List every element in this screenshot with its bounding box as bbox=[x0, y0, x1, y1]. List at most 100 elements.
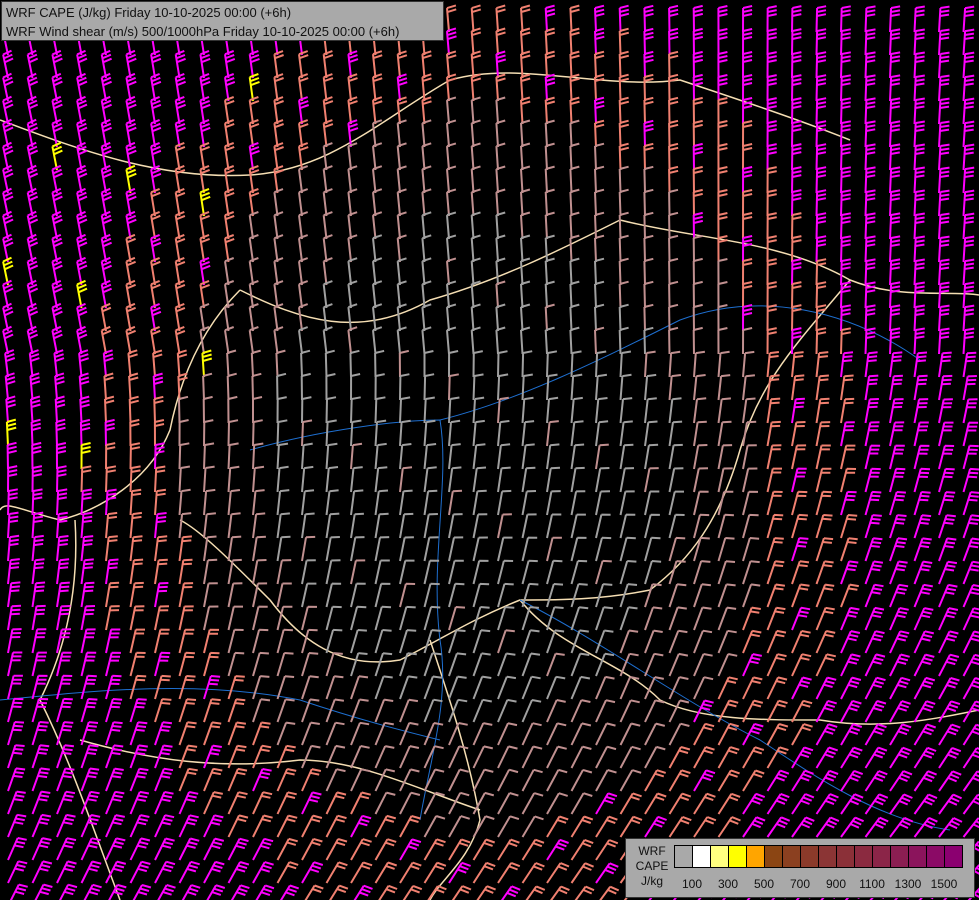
wind-barb bbox=[693, 513, 710, 539]
wind-barb bbox=[643, 280, 654, 309]
wind-barb bbox=[742, 51, 753, 79]
wind-barb bbox=[448, 768, 469, 792]
wind-barb bbox=[154, 698, 172, 723]
wind-barb bbox=[962, 793, 979, 815]
wind-barb bbox=[497, 466, 511, 493]
wind-barb bbox=[154, 837, 175, 861]
wind-barb bbox=[7, 767, 26, 792]
wind-barb bbox=[889, 189, 901, 217]
wind-barb bbox=[668, 583, 687, 608]
wind-barb bbox=[521, 792, 544, 815]
legend-swatch bbox=[783, 846, 801, 867]
wind-barb bbox=[962, 537, 979, 562]
legend-swatch bbox=[819, 846, 837, 867]
wind-barb bbox=[252, 396, 263, 423]
wind-barb bbox=[31, 558, 45, 585]
wind-barb bbox=[913, 351, 928, 378]
wind-barb bbox=[7, 651, 23, 677]
wind-barb bbox=[864, 537, 883, 562]
wind-barb bbox=[544, 326, 555, 355]
wind-barb bbox=[644, 815, 667, 838]
wind-barb bbox=[692, 142, 704, 171]
wind-barb bbox=[521, 582, 539, 608]
wind-barb bbox=[962, 677, 979, 700]
wind-barb bbox=[129, 628, 145, 654]
wind-barb bbox=[58, 883, 78, 900]
wind-barb bbox=[815, 235, 827, 263]
wind-barb bbox=[325, 861, 348, 884]
wind-barb bbox=[497, 606, 515, 631]
wind-barb bbox=[962, 327, 975, 355]
wind-barb bbox=[521, 699, 542, 723]
wind-barb bbox=[301, 652, 319, 677]
wind-barb bbox=[766, 351, 780, 378]
wind-barb bbox=[864, 120, 876, 148]
wind-barb bbox=[350, 466, 363, 493]
wind-barb bbox=[350, 512, 364, 539]
wind-barb bbox=[791, 258, 802, 286]
wind-barb bbox=[521, 675, 541, 700]
wind-barb bbox=[129, 674, 147, 700]
wind-barb bbox=[840, 304, 851, 332]
wind-shear-map bbox=[0, 3, 979, 900]
wind-barb bbox=[913, 74, 925, 102]
wind-barb bbox=[546, 722, 567, 746]
wind-barb bbox=[178, 698, 197, 723]
wind-barb bbox=[595, 815, 618, 838]
wind-barb bbox=[495, 326, 506, 355]
wind-barb bbox=[301, 512, 315, 539]
wind-barb bbox=[913, 770, 937, 792]
wind-barb bbox=[325, 419, 337, 447]
wind-barb bbox=[154, 628, 170, 654]
wind-barb bbox=[80, 860, 102, 884]
wind-barb bbox=[692, 4, 704, 33]
wind-barb bbox=[815, 51, 827, 79]
wind-barb bbox=[31, 581, 46, 608]
wind-barb bbox=[791, 630, 811, 654]
wind-barb bbox=[174, 325, 186, 355]
wind-barb bbox=[815, 514, 833, 539]
wind-barb bbox=[815, 676, 837, 700]
wind-barb bbox=[255, 884, 275, 900]
wind-barb bbox=[913, 281, 925, 309]
wind-barb bbox=[374, 466, 388, 493]
wind-barb bbox=[864, 327, 876, 355]
wind-barb bbox=[227, 558, 242, 585]
wind-barb bbox=[31, 860, 53, 884]
wind-barb bbox=[889, 723, 912, 746]
wind-barb bbox=[80, 767, 100, 792]
wind-barb bbox=[913, 746, 937, 769]
wind-barb bbox=[472, 466, 487, 493]
wind-barb bbox=[227, 465, 240, 493]
wind-barb bbox=[815, 258, 827, 286]
wind-barb bbox=[203, 698, 221, 723]
wind-barb bbox=[644, 560, 662, 585]
wind-barb bbox=[889, 398, 904, 424]
wind-barb bbox=[177, 372, 188, 401]
wind-barb bbox=[350, 419, 362, 447]
wind-barb bbox=[227, 861, 250, 884]
wind-barb bbox=[472, 513, 488, 539]
wind-barb bbox=[301, 675, 319, 700]
wind-barb bbox=[374, 675, 393, 700]
wind-barb bbox=[962, 143, 975, 171]
wind-barb bbox=[815, 374, 829, 401]
wind-barb bbox=[693, 816, 717, 838]
wind-barb bbox=[301, 698, 320, 723]
wind-barb bbox=[252, 559, 267, 585]
wind-barb bbox=[227, 582, 243, 608]
wind-barb bbox=[374, 768, 396, 792]
wind-barb bbox=[840, 51, 851, 79]
wind-barb bbox=[962, 817, 979, 838]
wind-barb bbox=[325, 559, 341, 585]
wind-barb bbox=[374, 582, 391, 608]
wind-barb bbox=[129, 581, 144, 608]
wind-barb bbox=[889, 700, 911, 723]
wind-barb bbox=[717, 420, 732, 447]
wind-barb bbox=[132, 884, 152, 900]
wind-barb bbox=[472, 629, 491, 654]
wind-barb bbox=[864, 606, 885, 631]
wind-barb bbox=[717, 397, 731, 424]
wind-barb bbox=[840, 676, 862, 700]
wind-barb bbox=[448, 815, 470, 838]
